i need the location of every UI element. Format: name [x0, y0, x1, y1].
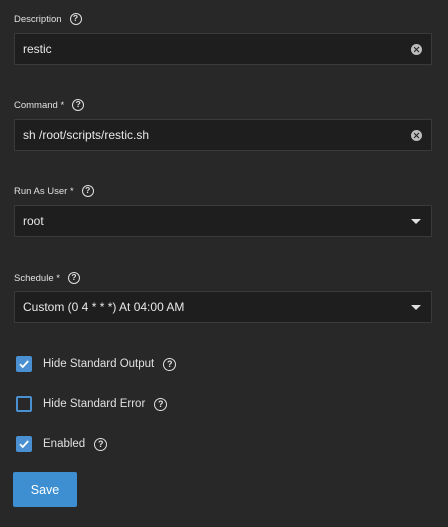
- hide-standard-error-row[interactable]: Hide Standard Error ?: [16, 395, 168, 413]
- schedule-label-row: Schedule * ?: [14, 270, 80, 286]
- command-help-icon[interactable]: ?: [72, 99, 85, 111]
- enabled-row[interactable]: Enabled ?: [16, 435, 108, 453]
- run-as-user-caret-down-icon[interactable]: [411, 218, 421, 224]
- command-input[interactable]: sh /root/scripts/restic.sh: [14, 119, 432, 151]
- hide-standard-error-help-icon[interactable]: ?: [154, 397, 168, 411]
- description-value[interactable]: restic: [23, 42, 411, 56]
- hide-standard-output-help-icon[interactable]: ?: [163, 357, 177, 371]
- description-help-icon[interactable]: ?: [69, 13, 82, 25]
- checkmark-icon: [19, 360, 29, 369]
- save-button[interactable]: Save: [13, 472, 77, 507]
- description-label: Description: [14, 13, 62, 25]
- schedule-label: Schedule *: [14, 272, 60, 284]
- command-label-row: Command * ?: [14, 97, 85, 113]
- description-clear-icon[interactable]: [411, 43, 422, 55]
- hide-standard-error-checkbox[interactable]: [16, 396, 32, 412]
- schedule-value[interactable]: Custom (0 4 * * *) At 04:00 AM: [23, 300, 411, 314]
- command-clear-icon[interactable]: [411, 129, 422, 141]
- checkmark-icon: [19, 440, 29, 449]
- enabled-checkbox[interactable]: [16, 436, 32, 452]
- schedule-select[interactable]: Custom (0 4 * * *) At 04:00 AM: [14, 291, 432, 323]
- cron-job-form: Description ? restic Command * ? sh /roo…: [0, 0, 448, 527]
- command-label: Command *: [14, 99, 65, 111]
- description-label-row: Description ?: [14, 11, 82, 27]
- description-input[interactable]: restic: [14, 33, 432, 65]
- hide-standard-output-row[interactable]: Hide Standard Output ?: [16, 355, 177, 373]
- schedule-caret-down-icon[interactable]: [411, 304, 421, 310]
- run-as-user-help-icon[interactable]: ?: [81, 185, 94, 197]
- schedule-help-icon[interactable]: ?: [67, 272, 80, 284]
- run-as-user-select[interactable]: root: [14, 205, 432, 237]
- run-as-user-label: Run As User *: [14, 185, 74, 197]
- hide-standard-output-checkbox[interactable]: [16, 356, 32, 372]
- enabled-label[interactable]: Enabled: [43, 438, 85, 450]
- enabled-help-icon[interactable]: ?: [94, 437, 108, 451]
- hide-standard-error-label[interactable]: Hide Standard Error: [43, 398, 145, 410]
- run-as-user-label-row: Run As User * ?: [14, 183, 94, 199]
- command-value[interactable]: sh /root/scripts/restic.sh: [23, 128, 411, 142]
- hide-standard-output-label[interactable]: Hide Standard Output: [43, 358, 154, 370]
- run-as-user-value[interactable]: root: [23, 214, 411, 228]
